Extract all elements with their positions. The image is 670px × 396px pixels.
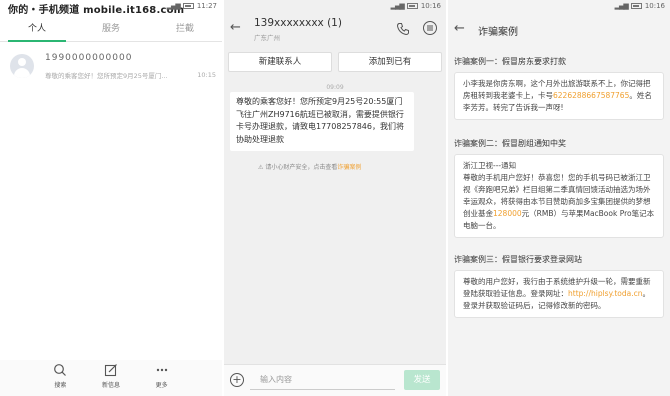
back-arrow-icon[interactable]: ← xyxy=(230,20,241,35)
tab-blocked[interactable]: 拦截 xyxy=(148,18,222,41)
bottom-toolbar: 搜索 新信息 更多 xyxy=(0,360,222,396)
search-icon xyxy=(54,364,67,376)
fraud-case-1: 诈骗案例一：假冒房东要求打款 小李我是你房东啊，这个月外出旅游联系不上，你记得把… xyxy=(454,56,664,120)
highlighted-value: http://hiplsy.toda.cn xyxy=(568,289,643,298)
sender-number: 139xxxxxxxx (1) xyxy=(254,17,342,29)
phone-icon[interactable] xyxy=(396,22,410,36)
new-contact-button[interactable]: 新建联系人 xyxy=(228,52,332,72)
message-input[interactable]: 输入内容 xyxy=(250,370,395,390)
message-bubble[interactable]: 尊敬的乘客您好！您所预定9月25号20:55厦门飞往广州ZH9716航班已被取消… xyxy=(230,92,414,151)
status-time: 10:16 xyxy=(644,2,665,10)
warning-icon: ⚠ xyxy=(258,164,264,171)
battery-icon xyxy=(182,3,194,9)
safety-text: 请小心财产安全，点击查看 xyxy=(265,164,338,171)
page-header: ← 诈骗案例 xyxy=(448,14,670,48)
back-arrow-icon[interactable]: ← xyxy=(454,21,465,36)
sms-thread-panel: ▂▄▆ 10:16 ← 139xxxxxxxx (1) 广东广州 新建联系人 添… xyxy=(224,0,446,396)
search-label: 搜索 xyxy=(54,382,67,389)
avatar xyxy=(10,54,34,78)
search-button[interactable]: 搜索 xyxy=(53,360,67,396)
contact-actions: 新建联系人 添加到已有 xyxy=(228,52,442,72)
new-message-label: 新信息 xyxy=(101,382,120,389)
page-title: 诈骗案例 xyxy=(478,27,518,38)
thread-header: ← 139xxxxxxxx (1) 广东广州 xyxy=(224,14,446,46)
fraud-case-3: 诈骗案例三：假冒银行要求登录网站 尊敬的用户您好，我行由于系统维护升级一轮，需要… xyxy=(454,254,664,318)
case-message: 小李我是你房东啊，这个月外出旅游联系不上，你记得把房租转到我老婆卡上，卡号622… xyxy=(454,72,664,120)
watermark: 你的・手机频道 mobile.it168.com xyxy=(8,5,185,16)
signal-icon: ▂▄▆ xyxy=(390,2,405,10)
tab-personal[interactable]: 个人 xyxy=(0,18,74,42)
add-to-existing-button[interactable]: 添加到已有 xyxy=(338,52,442,72)
safety-warning: ⚠ 请小心财产安全，点击查看诈骗案例 xyxy=(258,162,428,171)
battery-icon xyxy=(406,3,418,9)
fraud-cases-link[interactable]: 诈骗案例 xyxy=(337,164,361,171)
fraud-case-2: 诈骗案例二：假冒剧组通知中奖 浙江卫视---通知 尊敬的手机用户您好！恭喜您！您的… xyxy=(454,138,664,238)
status-time: 11:27 xyxy=(196,2,217,10)
inbox-tabs: 个人 服务 拦截 xyxy=(0,18,222,42)
tab-service[interactable]: 服务 xyxy=(74,18,148,41)
more-options-icon[interactable] xyxy=(422,20,438,36)
status-bar: ▂▄▆ 10:16 xyxy=(448,0,670,14)
send-button[interactable]: 发送 xyxy=(404,370,440,390)
status-icons: ▂▄▆ 10:16 xyxy=(615,2,665,10)
attach-plus-icon[interactable]: + xyxy=(230,373,244,387)
status-icons: ▂▄▆ 10:16 xyxy=(391,2,441,10)
new-message-button[interactable]: 新信息 xyxy=(102,360,120,396)
fraud-cases-panel: ▂▄▆ 10:16 ← 诈骗案例 诈骗案例一：假冒房东要求打款 小李我是你房东啊… xyxy=(448,0,670,396)
sender-location: 广东广州 xyxy=(254,34,280,42)
compose-icon xyxy=(104,364,117,377)
status-bar: ▂▄▆ 10:16 xyxy=(224,0,446,14)
compose-bar: + 输入内容 发送 xyxy=(224,364,446,396)
battery-icon xyxy=(630,3,642,9)
more-label: 更多 xyxy=(155,382,168,389)
signal-icon: ▂▄▆ xyxy=(614,2,629,10)
case-message: 浙江卫视---通知 尊敬的手机用户您好！恭喜您！您的手机号码已被浙江卫视《奔跑吧兄… xyxy=(454,154,664,238)
status-icons: ▂▄▆ 11:27 xyxy=(167,2,217,10)
conversation-preview: 尊敬的乘客您好！您所预定9月25号厦门... xyxy=(45,72,168,80)
message-text: 浙江卫视---通知 xyxy=(463,161,517,170)
case-title: 诈骗案例三：假冒银行要求登录网站 xyxy=(454,255,582,264)
sms-inbox-panel: 你的・手机频道 mobile.it168.com ▂▄▆ 11:27 个人 服务… xyxy=(0,0,222,396)
message-timestamp: 09:09 xyxy=(326,84,344,91)
conversation-item[interactable]: 1990000000000 尊敬的乘客您好！您所预定9月25号厦门... 10:… xyxy=(0,52,222,88)
highlighted-value: 128000 xyxy=(493,209,522,218)
status-time: 10:16 xyxy=(420,2,441,10)
highlighted-value: 6226288667587765 xyxy=(553,91,630,100)
status-bar: 你的・手机频道 mobile.it168.com ▂▄▆ 11:27 xyxy=(0,0,222,16)
case-title: 诈骗案例一：假冒房东要求打款 xyxy=(454,57,566,66)
case-title: 诈骗案例二：假冒剧组通知中奖 xyxy=(454,139,566,148)
case-message: 尊敬的用户您好，我行由于系统维护升级一轮，需要重新登陆获取验证信息。登录网址：h… xyxy=(454,270,664,318)
conversation-name: 1990000000000 xyxy=(45,53,133,63)
more-button[interactable]: 更多 xyxy=(155,360,169,396)
conversation-time: 10:15 xyxy=(197,71,216,79)
signal-icon: ▂▄▆ xyxy=(166,2,181,10)
more-dots-icon xyxy=(156,368,167,372)
